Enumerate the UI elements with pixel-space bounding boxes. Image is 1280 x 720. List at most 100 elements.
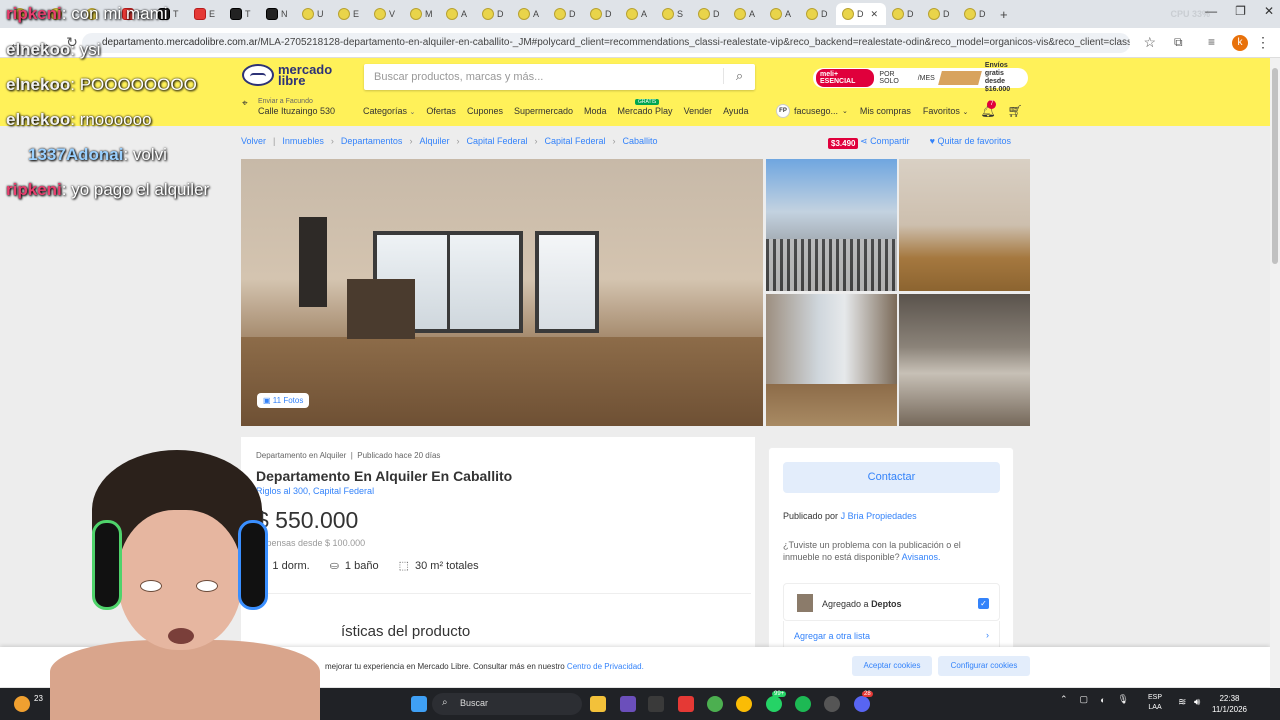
browser-tab[interactable]: A <box>512 3 548 25</box>
url-field[interactable]: departamento.mercadolibre.com.ar/MLA-270… <box>82 33 1130 53</box>
breadcrumb-item[interactable]: Departamentos <box>341 136 403 146</box>
browser-tab[interactable]: N <box>260 3 296 25</box>
browser-tab[interactable]: E <box>332 3 368 25</box>
windows-start-icon[interactable] <box>411 696 427 712</box>
spotify-icon[interactable] <box>795 696 811 712</box>
mercado-libre-logo[interactable]: mercado libre <box>242 63 332 87</box>
browser-tab[interactable]: D <box>548 3 584 25</box>
browser-tab[interactable]: U <box>296 3 332 25</box>
breadcrumb-item[interactable]: Inmuebles <box>282 136 324 146</box>
restore-icon[interactable]: ❐ <box>1235 4 1246 18</box>
store-icon[interactable] <box>648 696 664 712</box>
share-button[interactable]: ⋖ Compartir <box>860 136 910 147</box>
browser-tab[interactable]: D <box>922 3 958 25</box>
volume-icon[interactable]: 🔊︎ <box>1194 697 1200 708</box>
contact-button[interactable]: Contactar <box>783 462 1000 493</box>
nav-categorias[interactable]: Categorías ⌄ <box>363 106 415 116</box>
browser-tab[interactable]: M <box>404 3 440 25</box>
photo-count-badge[interactable]: ▣ 11 Fotos <box>257 393 310 408</box>
app-icon[interactable] <box>620 696 636 712</box>
page-scrollbar[interactable] <box>1270 58 1280 688</box>
meli-plus-promo[interactable]: meli+ ESENCIAL POR SOLO $3.490 /MES Enví… <box>813 62 1028 149</box>
breadcrumb-item[interactable]: Capital Federal <box>544 136 605 146</box>
thumbnail-photo[interactable] <box>766 294 897 426</box>
breadcrumb-item[interactable]: Alquiler <box>419 136 449 146</box>
search-icon[interactable]: ⌕ <box>723 68 755 84</box>
language-indicator[interactable]: ESP LAA <box>1148 693 1162 713</box>
obs-icon[interactable] <box>824 696 840 712</box>
chrome-icon[interactable] <box>707 696 723 712</box>
handshake-icon <box>242 64 274 86</box>
nav-moda[interactable]: Moda <box>584 106 607 116</box>
saved-to-list[interactable]: Agregado a Deptos ✓ <box>783 583 1000 621</box>
nav-supermercado[interactable]: Supermercado <box>514 106 573 116</box>
tray-icon[interactable]: ▢ <box>1080 694 1089 705</box>
browser-tab[interactable]: D <box>476 3 512 25</box>
cart-icon[interactable]: 🛒︎ <box>1008 104 1023 118</box>
privacy-center-link[interactable]: Centro de Privacidad. <box>567 662 644 671</box>
weather-icon[interactable] <box>14 696 30 712</box>
user-menu[interactable]: FP facusego... ⌄ <box>776 104 848 118</box>
browser-tab[interactable]: D <box>886 3 922 25</box>
browser-tab[interactable]: S <box>656 3 692 25</box>
file-explorer-icon[interactable] <box>590 696 606 712</box>
browser-tab[interactable]: D <box>958 3 994 25</box>
minimize-icon[interactable]: — <box>1205 4 1217 18</box>
browser-menu-icon[interactable]: ⋮ <box>1256 34 1270 51</box>
browser-tab[interactable]: D <box>692 3 728 25</box>
bell-icon[interactable]: 🔔︎ 7 <box>980 100 997 118</box>
thumbnail-photo[interactable] <box>899 159 1030 291</box>
chrome-icon[interactable] <box>736 696 752 712</box>
close-icon[interactable]: ✕ <box>1264 4 1274 18</box>
publisher-link[interactable]: J Bria Propiedades <box>841 511 917 521</box>
browser-tab[interactable]: A <box>620 3 656 25</box>
browser-tab[interactable]: A <box>764 3 800 25</box>
browser-tab-active[interactable]: D ✕ <box>836 3 886 25</box>
browser-tab[interactable]: T <box>224 3 260 25</box>
browser-tab[interactable]: V <box>368 3 404 25</box>
nav-cupones[interactable]: Cupones <box>467 106 503 116</box>
breadcrumb-item[interactable]: Capital Federal <box>466 136 527 146</box>
browser-tab[interactable]: A <box>440 3 476 25</box>
whatsapp-icon[interactable] <box>766 696 782 712</box>
breadcrumb-item[interactable]: Caballito <box>623 136 658 146</box>
mis-compras-link[interactable]: Mis compras <box>860 106 911 116</box>
bookmark-star-icon[interactable]: ☆ <box>1143 34 1156 51</box>
nav-ofertas[interactable]: Ofertas <box>426 106 456 116</box>
clock[interactable]: 22:38 11/1/2026 <box>1212 693 1247 715</box>
scrollbar-thumb[interactable] <box>1272 68 1278 264</box>
nav-vender[interactable]: Vender <box>684 106 713 116</box>
extensions-icon[interactable]: ⧉ <box>1174 35 1188 49</box>
wifi-icon[interactable]: ≋ <box>1178 697 1186 708</box>
profile-avatar[interactable]: k <box>1232 35 1248 51</box>
box-icon <box>937 71 982 85</box>
chevron-up-icon[interactable]: ⌃ <box>1060 694 1068 705</box>
thumbnail-photo[interactable] <box>899 294 1030 426</box>
app-icon[interactable] <box>678 696 694 712</box>
new-tab-icon[interactable]: + <box>1000 7 1008 22</box>
microphone-icon[interactable]: 🎙︎ <box>1118 694 1129 705</box>
breadcrumb-back[interactable]: Volver <box>241 136 266 146</box>
favoritos-menu[interactable]: Favoritos ⌄ <box>923 106 968 116</box>
discord-icon[interactable] <box>854 696 870 712</box>
search-input[interactable] <box>364 64 714 90</box>
browser-tab[interactable]: D <box>584 3 620 25</box>
thumbnail-photo[interactable] <box>766 159 897 291</box>
tab-favicon-icon <box>770 8 782 20</box>
browser-tab[interactable]: E <box>188 3 224 25</box>
close-icon[interactable]: ✕ <box>871 9 879 20</box>
main-photo[interactable]: ▣ 11 Fotos <box>241 159 763 426</box>
nav-ayuda[interactable]: Ayuda <box>723 106 748 116</box>
chevron-right-icon: › <box>330 136 334 146</box>
browser-tab[interactable]: D <box>800 3 836 25</box>
checkbox-checked-icon[interactable]: ✓ <box>978 598 989 609</box>
remove-favorite-button[interactable]: ♥ Quitar de favoritos <box>930 136 1011 147</box>
media-icon[interactable]: ≡ <box>1208 35 1222 49</box>
accept-cookies-button[interactable]: Aceptar cookies <box>852 656 932 676</box>
nav-mercado-play[interactable]: Mercado Play <box>618 106 673 116</box>
tray-icon[interactable]: ◐ <box>1100 695 1105 705</box>
browser-tab[interactable]: A <box>728 3 764 25</box>
report-link[interactable]: Avisanos. <box>902 552 941 562</box>
configure-cookies-button[interactable]: Configurar cookies <box>938 656 1030 676</box>
taskbar-search[interactable]: ⌕ Buscar <box>432 693 582 715</box>
